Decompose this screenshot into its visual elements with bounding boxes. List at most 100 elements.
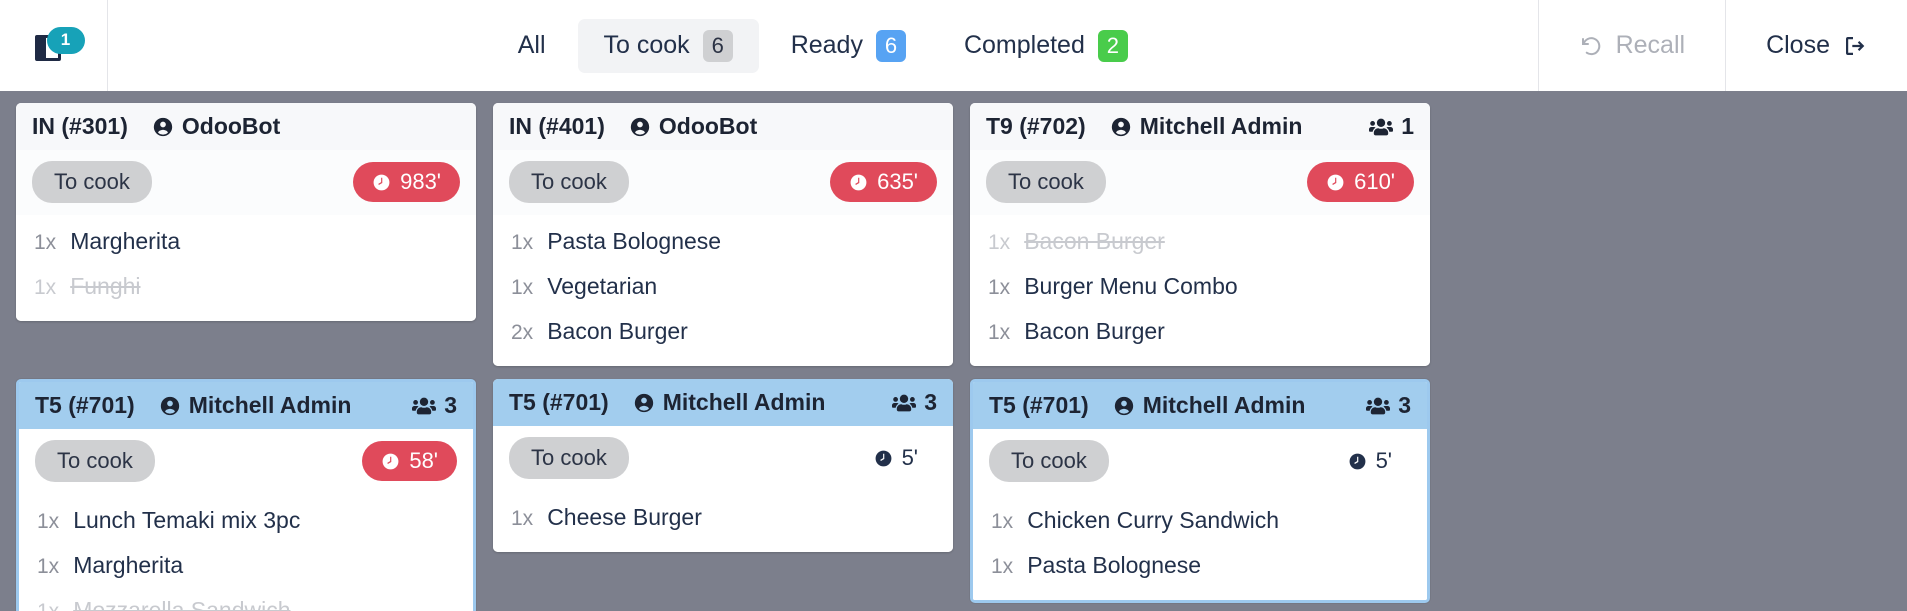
order-line-name: Margherita xyxy=(73,552,184,578)
order-customer-name: Mitchell Admin xyxy=(662,389,826,415)
people-icon xyxy=(412,396,437,416)
order-timer-value: 5' xyxy=(1375,448,1392,473)
tab-ready[interactable]: Ready 6 xyxy=(765,19,932,73)
order-card-header: T5 (#701) Mitchell Admin 3 xyxy=(973,382,1427,429)
order-customer: Mitchell Admin xyxy=(1110,113,1303,140)
order-timer-value: 610' xyxy=(1354,169,1395,194)
order-timer: 58' xyxy=(362,441,457,481)
order-line-qty: 1x xyxy=(34,276,57,299)
order-line[interactable]: 2x Bacon Burger xyxy=(493,309,953,354)
tab-label: To cook xyxy=(603,31,690,59)
order-line[interactable]: 1x Margherita xyxy=(19,543,473,588)
tab-label: Ready xyxy=(790,31,863,59)
order-line-list: 1x Lunch Temaki mix 3pc 1x Margherita 1x Mozz… xyxy=(19,494,473,611)
clock-icon xyxy=(874,449,893,468)
close-button[interactable]: Close xyxy=(1725,0,1907,91)
top-bar: 1 All To cook 6 Ready 6 Completed 2 Recall Clos… xyxy=(0,0,1907,91)
brand-cell[interactable]: 1 xyxy=(0,0,108,91)
order-reference: T5 (#701) xyxy=(989,392,1089,418)
order-line-qty: 1x xyxy=(988,321,1011,344)
order-status-row: To cook 5' xyxy=(973,429,1427,494)
order-line-name: Lunch Temaki mix 3pc xyxy=(73,507,301,533)
tab-count-badge: 6 xyxy=(875,29,906,62)
clock-icon xyxy=(849,173,868,192)
order-timer: 983' xyxy=(353,162,460,202)
order-line-qty: 1x xyxy=(988,276,1011,299)
order-line-qty: 1x xyxy=(511,276,534,299)
person-icon xyxy=(159,395,181,417)
tab-completed[interactable]: Completed 2 xyxy=(938,19,1154,73)
order-reference: IN (#401) xyxy=(509,113,605,139)
order-reference: T5 (#701) xyxy=(509,389,609,415)
order-timer-value: 5' xyxy=(901,445,918,470)
order-line-list: 1x Margherita 1x Funghi xyxy=(16,215,476,321)
order-line-name: Bacon Burger xyxy=(1024,228,1165,254)
order-timer: 5' xyxy=(854,438,937,478)
person-icon xyxy=(1110,116,1132,138)
order-line[interactable]: 1x Pasta Bolognese xyxy=(973,543,1427,588)
close-label: Close xyxy=(1766,31,1830,59)
order-card[interactable]: IN (#401) OdooBot To cook 635' 1x Pasta Bolog… xyxy=(493,103,953,366)
stage-pill[interactable]: To cook xyxy=(32,161,152,203)
tab-to-cook[interactable]: To cook 6 xyxy=(577,18,759,73)
guest-count-value: 3 xyxy=(924,389,937,415)
stage-pill[interactable]: To cook xyxy=(509,437,629,479)
order-card[interactable]: T5 (#701) Mitchell Admin 3 To cook 5' 1x Chick… xyxy=(970,379,1430,603)
order-card[interactable]: T9 (#702) Mitchell Admin 1 To cook 610' 1x Bac… xyxy=(970,103,1430,366)
order-line-name: Burger Menu Combo xyxy=(1024,273,1238,299)
order-line[interactable]: 1x Mozzarella Sandwich xyxy=(19,588,473,611)
guest-count-value: 3 xyxy=(1398,392,1411,418)
order-card[interactable]: T5 (#701) Mitchell Admin 3 To cook 5' 1x Chees… xyxy=(493,379,953,552)
order-customer-name: OdooBot xyxy=(181,113,281,139)
person-icon xyxy=(1113,395,1135,417)
order-line[interactable]: 1x Lunch Temaki mix 3pc xyxy=(19,498,473,543)
tab-all[interactable]: All xyxy=(492,20,572,71)
order-customer-name: Mitchell Admin xyxy=(1139,113,1303,139)
order-line-qty: 1x xyxy=(511,231,534,254)
order-card[interactable]: IN (#301) OdooBot To cook 983' 1x Margherita 1… xyxy=(16,103,476,321)
order-card-header: T5 (#701) Mitchell Admin 3 xyxy=(493,379,953,426)
person-icon xyxy=(152,116,174,138)
order-line[interactable]: 1x Cheese Burger xyxy=(493,495,953,540)
guest-count: 3 xyxy=(412,392,457,419)
people-icon xyxy=(892,393,917,413)
order-timer-value: 635' xyxy=(877,169,918,194)
order-customer-name: Mitchell Admin xyxy=(188,392,352,418)
order-timer: 635' xyxy=(830,162,937,202)
order-line-qty: 1x xyxy=(991,510,1014,533)
order-line[interactable]: 1x Bacon Burger xyxy=(970,309,1430,354)
order-line-name: Margherita xyxy=(70,228,181,254)
order-line[interactable]: 1x Funghi xyxy=(16,264,476,309)
kitchen-display-icon[interactable]: 1 xyxy=(27,26,85,66)
order-customer: Mitchell Admin xyxy=(633,389,826,416)
order-line-list: 1x Chicken Curry Sandwich 1x Pasta Bolognes… xyxy=(973,494,1427,600)
stage-pill[interactable]: To cook xyxy=(509,161,629,203)
stage-pill[interactable]: To cook xyxy=(989,440,1109,482)
order-line[interactable]: 1x Chicken Curry Sandwich xyxy=(973,498,1427,543)
stage-tabs: All To cook 6 Ready 6 Completed 2 xyxy=(108,0,1538,91)
order-line-name: Chicken Curry Sandwich xyxy=(1027,507,1280,533)
clock-icon xyxy=(1348,452,1367,471)
order-line[interactable]: 1x Pasta Bolognese xyxy=(493,219,953,264)
stage-pill[interactable]: To cook xyxy=(35,440,155,482)
order-board: IN (#301) OdooBot To cook 983' 1x Margherita 1… xyxy=(0,91,1907,611)
order-line-qty: 2x xyxy=(511,321,534,344)
clock-icon xyxy=(381,452,400,471)
order-customer-name: Mitchell Admin xyxy=(1142,392,1306,418)
order-status-row: To cook 5' xyxy=(493,426,953,491)
order-line[interactable]: 1x Margherita xyxy=(16,219,476,264)
stage-pill[interactable]: To cook xyxy=(986,161,1106,203)
order-line[interactable]: 1x Bacon Burger xyxy=(970,219,1430,264)
recall-button[interactable]: Recall xyxy=(1537,0,1725,91)
order-line-list: 1x Bacon Burger 1x Burger Menu Combo 1x Bacon… xyxy=(970,215,1430,366)
tab-count-badge: 6 xyxy=(702,29,733,62)
order-line[interactable]: 1x Vegetarian xyxy=(493,264,953,309)
guest-count: 1 xyxy=(1369,113,1414,140)
order-customer: OdooBot xyxy=(629,113,757,140)
order-status-row: To cook 635' xyxy=(493,150,953,215)
order-line-name: Funghi xyxy=(70,273,141,299)
order-line[interactable]: 1x Burger Menu Combo xyxy=(970,264,1430,309)
order-card-header: T5 (#701) Mitchell Admin 3 xyxy=(19,382,473,429)
order-line-name: Mozzarella Sandwich xyxy=(73,597,291,611)
order-card[interactable]: T5 (#701) Mitchell Admin 3 To cook 58' 1x Lunc… xyxy=(16,379,476,611)
